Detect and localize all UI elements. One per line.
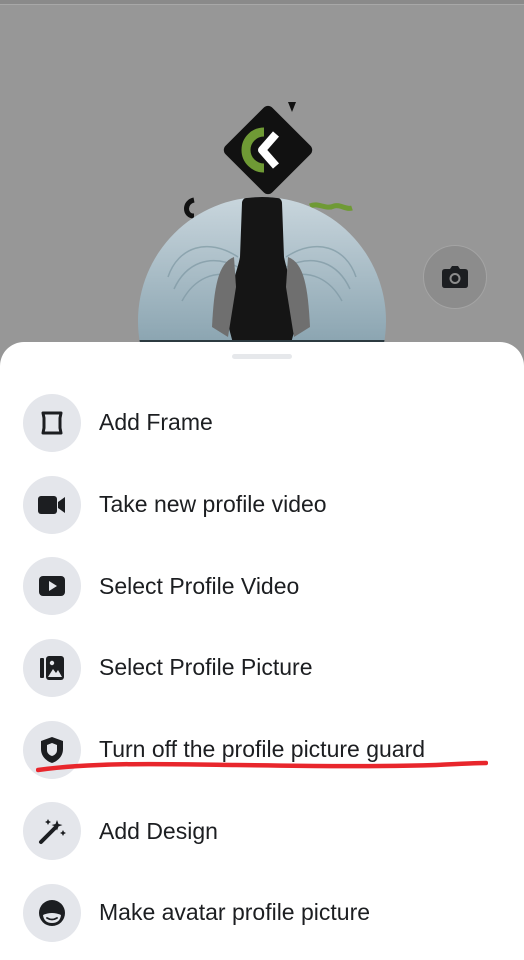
menu-item-label: Add Frame (99, 409, 213, 436)
icon-circle (23, 802, 81, 861)
menu-item-label: Select Profile Picture (99, 654, 313, 681)
brand-logo (223, 102, 313, 195)
photo-album-icon (40, 655, 64, 680)
play-icon (39, 576, 65, 597)
profile-picture-options-sheet: Add Frame Take new profile video Select … (0, 342, 524, 960)
camera-icon (442, 266, 468, 288)
menu-item-label: Take new profile video (99, 491, 327, 518)
status-bar-edge (0, 0, 524, 5)
menu-item-select-profile-picture[interactable]: Select Profile Picture (0, 627, 524, 709)
sheet-drag-handle[interactable] (232, 354, 292, 359)
magic-wand-icon (39, 819, 66, 845)
icon-circle (23, 393, 81, 452)
change-photo-camera-button[interactable] (423, 245, 487, 309)
menu-item-label: Add Design (99, 817, 218, 844)
menu-item-label: Select Profile Video (99, 572, 300, 599)
menu-item-select-profile-video[interactable]: Select Profile Video (0, 545, 524, 627)
menu-item-add-frame[interactable]: Add Frame (0, 382, 524, 464)
menu-item-take-profile-video[interactable]: Take new profile video (0, 464, 524, 546)
avatar-face-icon (39, 899, 65, 926)
icon-circle (23, 557, 81, 616)
options-menu: Add Frame Take new profile video Select … (0, 382, 524, 954)
menu-item-avatar-profile-picture[interactable]: Make avatar profile picture (0, 872, 524, 954)
video-camera-icon (38, 495, 65, 514)
menu-item-label: Make avatar profile picture (99, 899, 371, 926)
icon-circle (23, 638, 81, 697)
frame-icon (41, 411, 63, 435)
red-annotation-underline (36, 760, 488, 773)
menu-item-profile-picture-guard[interactable]: Turn off the profile picture guard (0, 709, 524, 791)
menu-item-add-design[interactable]: Add Design (0, 790, 524, 872)
icon-circle (23, 883, 81, 942)
icon-circle (23, 475, 81, 534)
